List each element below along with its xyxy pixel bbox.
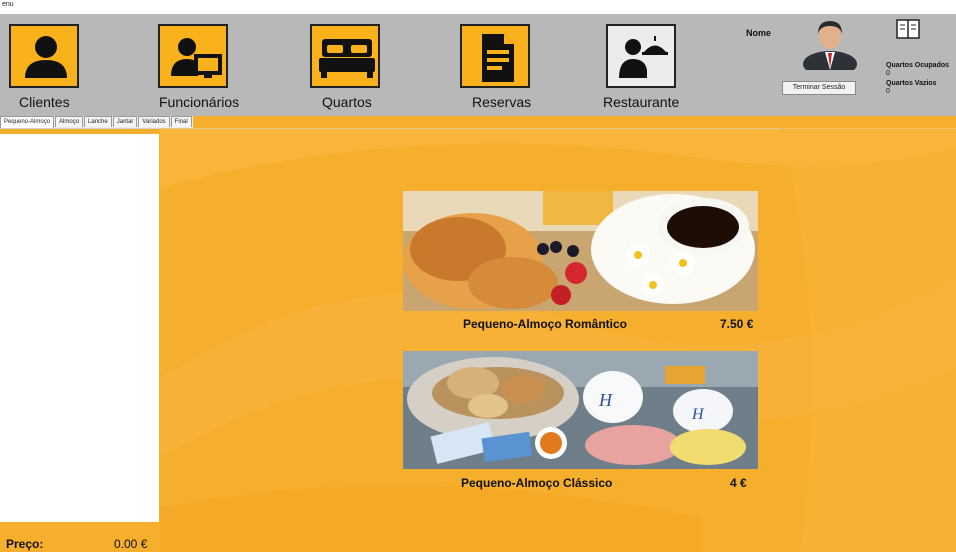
romantic-breakfast-photo bbox=[403, 191, 758, 311]
menu-item-romantico[interactable]: Pequeno-Almoço Romântico 7.50 € bbox=[403, 191, 758, 341]
item-price: 7.50 € bbox=[720, 317, 754, 331]
occupied-rooms-label: Quartos Ocupados bbox=[886, 62, 950, 69]
tab-almoco[interactable]: Almoço bbox=[55, 116, 84, 127]
item-name: Pequeno-Almoço Romântico bbox=[463, 317, 628, 331]
waiter-icon bbox=[619, 36, 668, 78]
person-icon bbox=[25, 36, 67, 78]
free-rooms-value: 0 bbox=[886, 88, 890, 95]
tab-jantar[interactable]: Jantar bbox=[112, 116, 138, 127]
funcionarios-label: Funcionários bbox=[159, 94, 240, 110]
item-price: 4 € bbox=[730, 476, 747, 490]
reservas-icon-box bbox=[460, 24, 530, 88]
menu-item-classico[interactable]: H H Pequeno-Almoço Clássico 4 € bbox=[403, 351, 758, 501]
clientes-icon-box bbox=[9, 24, 79, 88]
order-list-panel[interactable] bbox=[0, 134, 159, 522]
employee-computer-icon bbox=[171, 38, 222, 78]
total-price-label: Preço: bbox=[6, 537, 44, 551]
logout-button[interactable]: Terminar Sessão bbox=[782, 81, 856, 95]
window-title: enu bbox=[0, 0, 956, 14]
user-avatar bbox=[803, 21, 857, 70]
occupied-rooms-stat: Quartos Ocupados 0 bbox=[886, 62, 949, 78]
quartos-icon-box bbox=[310, 24, 380, 88]
bed-icon bbox=[319, 39, 375, 78]
main-toolbar: Clientes Funcionários Quartos Reservas R… bbox=[0, 14, 956, 116]
occupied-rooms-value: 0 bbox=[886, 70, 890, 77]
document-icon bbox=[482, 34, 514, 82]
user-name-label: Nome bbox=[746, 28, 772, 38]
restaurante-icon-box bbox=[606, 24, 676, 88]
funcionarios-icon-box bbox=[158, 24, 228, 88]
clientes-label: Clientes bbox=[19, 94, 70, 110]
svg-text:H: H bbox=[598, 390, 613, 410]
tab-final[interactable]: Final bbox=[170, 116, 192, 127]
classic-breakfast-photo: H H bbox=[403, 351, 758, 469]
tab-lanche[interactable]: Lanche bbox=[84, 116, 112, 127]
tab-variados[interactable]: Variados bbox=[138, 116, 170, 127]
free-rooms-label: Quartos Vazios bbox=[886, 80, 937, 87]
total-price-value: 0.00 € bbox=[114, 537, 148, 551]
book-icon[interactable] bbox=[896, 19, 920, 39]
menu-tabs: Pequeno-Almoço Almoço Lanche Jantar Vari… bbox=[0, 116, 193, 128]
svg-text:H: H bbox=[691, 406, 705, 423]
tab-pequeno-almoco[interactable]: Pequeno-Almoço bbox=[0, 116, 55, 128]
quartos-label: Quartos bbox=[322, 94, 372, 110]
reservas-label: Reservas bbox=[472, 94, 532, 110]
free-rooms-stat: Quartos Vazios 0 bbox=[886, 80, 937, 96]
restaurante-label: Restaurante bbox=[603, 94, 680, 110]
item-name: Pequeno-Almoço Clássico bbox=[461, 476, 613, 490]
